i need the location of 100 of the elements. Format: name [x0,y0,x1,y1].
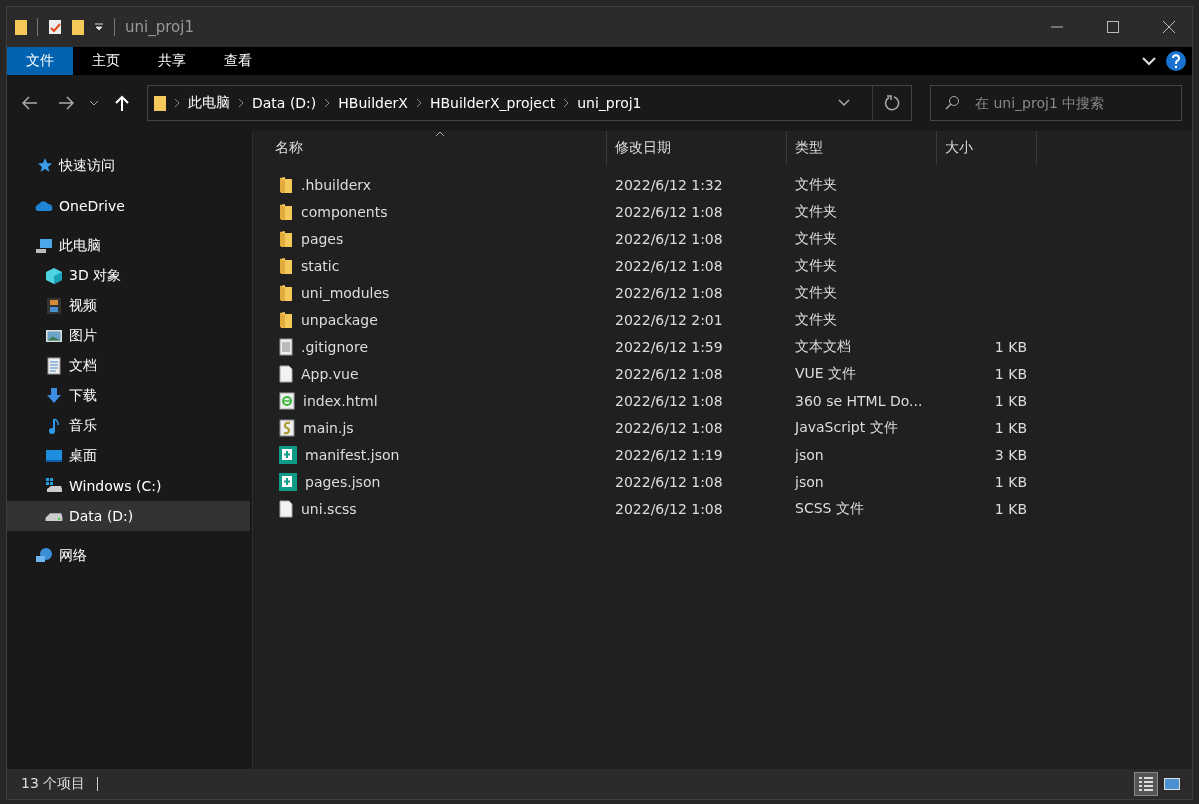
breadcrumb[interactable]: HBuilderX_project [429,95,556,111]
nav-label: OneDrive [59,198,125,214]
checklist-icon[interactable] [48,19,62,35]
ribbon-tab[interactable]: 主页 [73,47,139,75]
ribbon-tab[interactable]: 文件 [7,47,73,75]
address-bar[interactable]: 此电脑 Data (D:) HBuilderX HBuilderX_project uni_proj1 [147,85,912,121]
nav-item[interactable]: 桌面 [7,441,250,471]
drive-icon [45,477,63,495]
chevron-right-icon [324,98,331,108]
nav-item[interactable]: 此电脑 [7,231,250,261]
nav-item[interactable]: 网络 [7,541,250,571]
table-cell-text: 2022/6/12 1:08 [614,284,724,301]
file-name[interactable]: static [301,257,340,274]
nav-item[interactable]: OneDrive [7,191,250,221]
table-cell-text: 文件夹 [794,229,838,248]
column-header[interactable]: 大小 [937,131,1037,165]
computer-icon [35,237,53,255]
table-cell-text: VUE 文件 [794,364,858,383]
file-name[interactable]: uni.scss [301,500,357,517]
forward-arrow-icon [58,96,74,110]
nav-label: 此电脑 [59,237,101,255]
down-arrow-icon [45,387,63,405]
table-cell-text: 2022/6/12 1:08 [614,257,724,274]
chevron-right-icon [174,98,180,108]
nav-label: 图片 [69,327,97,345]
globe-icon [35,547,53,565]
document-icon [45,357,63,375]
breadcrumb[interactable]: uni_proj1 [577,95,642,111]
ribbon-tab[interactable]: 共享 [139,47,205,75]
ribbon-tab[interactable]: 查看 [205,47,271,75]
nav-item[interactable]: 图片 [7,321,250,351]
search-icon [944,95,960,111]
breadcrumb[interactable]: HBuilderX [338,95,408,111]
folder-icon [279,229,293,248]
breadcrumb[interactable]: 此电脑 [188,94,230,112]
nav-label: 3D 对象 [69,267,122,285]
nav-label: 网络 [59,547,87,565]
file-name[interactable]: pages [301,230,344,247]
dropdown-icon[interactable] [94,22,104,32]
table-cell-text: 2022/6/12 1:08 [614,230,724,247]
file-name[interactable]: .gitignore [301,338,368,355]
nav-label: 快速访问 [59,157,115,175]
nav-item[interactable]: 下载 [7,381,250,411]
file-name[interactable]: .hbuilderx [301,176,372,193]
file-name[interactable]: unpackage [301,311,378,328]
nav-item[interactable]: 3D 对象 [7,261,250,291]
json-file-icon [279,472,297,491]
nav-item[interactable]: Windows (C:) [7,471,250,501]
nav-item[interactable]: 文档 [7,351,250,381]
nav-label: 视频 [69,297,97,315]
chevron-down-icon[interactable] [838,99,850,107]
folder-icon [154,95,166,111]
minimize-icon [1051,26,1063,28]
drive-icon [45,511,63,521]
table-cell-text: json [793,446,825,463]
nav-label: 文档 [69,357,97,375]
details-view-button[interactable] [1134,772,1158,796]
file-name[interactable]: index.html [303,392,378,409]
file-name[interactable]: components [301,203,388,220]
table-cell-text: 1 KB [993,365,1028,382]
file-name[interactable]: uni_modules [301,284,390,301]
file-name[interactable]: main.js [303,419,354,436]
table-cell-text: 文件夹 [794,256,838,275]
column-header[interactable]: 名称 [267,131,607,165]
nav-item[interactable]: 快速访问 [7,151,250,181]
table-cell-text: JavaScript 文件 [793,418,899,437]
json-file-icon [279,445,297,464]
folder-icon[interactable] [15,19,27,35]
table-cell-text: 2022/6/12 2:01 [614,311,724,328]
file-name[interactable]: pages.json [305,473,381,490]
table-cell-text: 文件夹 [794,202,838,221]
nav-item[interactable]: Data (D:) [7,501,250,531]
folder-icon[interactable] [72,19,84,35]
folder-icon [279,202,293,221]
file-icon [279,499,293,518]
table-cell-text: 文件夹 [794,283,838,302]
nav-item[interactable]: 音乐 [7,411,250,441]
nav-label: Data (D:) [69,508,134,524]
table-cell-text: 360 se HTML Do... [794,392,924,409]
column-header[interactable]: 修改日期 [607,131,787,165]
up-arrow-icon [115,95,129,111]
folder-icon [279,310,293,329]
table-cell-text: 2022/6/12 1:08 [614,203,724,220]
table-cell-text: 1 KB [993,338,1028,355]
file-name[interactable]: App.vue [301,365,359,382]
column-header[interactable]: 类型 [787,131,937,165]
file-name[interactable]: manifest.json [305,446,400,463]
cube-icon [45,267,63,285]
back-arrow-icon [22,96,38,110]
nav-label: 音乐 [69,417,97,435]
table-cell-text: 2022/6/12 1:59 [614,338,724,355]
folder-icon [279,256,293,275]
table-cell-text: 2022/6/12 1:08 [614,500,724,517]
table-cell-text: 2022/6/12 1:08 [614,473,724,490]
breadcrumb[interactable]: Data (D:) [252,95,317,111]
nav-item[interactable]: 视频 [7,291,250,321]
search-field[interactable]: 在 uni_proj1 中搜索 [930,85,1182,121]
table-cell-text: 1 KB [993,500,1028,517]
sort-up-icon [435,131,445,137]
help-icon[interactable] [1166,51,1186,71]
